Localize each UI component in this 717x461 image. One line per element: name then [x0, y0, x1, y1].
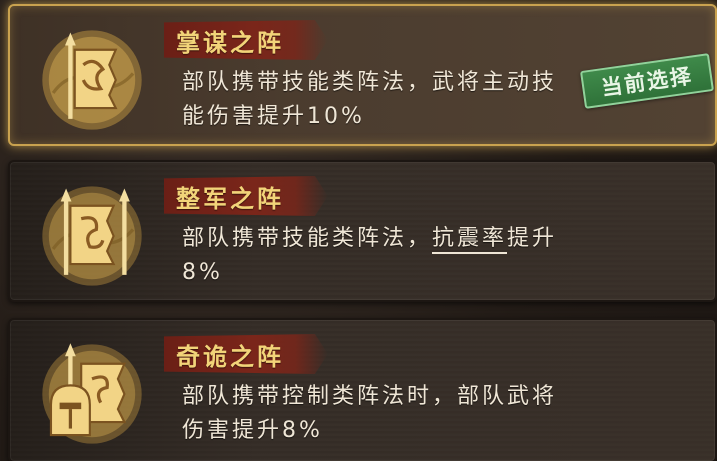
description-text: 部队携带技能类阵法，武将主动技能伤害提升10%	[182, 70, 558, 129]
formation-title-ribbon: 奇诡之阵	[164, 334, 328, 374]
formation-description: 部队携带技能类阵法，抗震率提升8%	[182, 222, 572, 290]
formation-title: 掌谋之阵	[176, 28, 284, 57]
description-text: 部队携带控制类阵法时，部队武将伤害提升8%	[182, 384, 558, 443]
helmet-banner-icon	[38, 340, 146, 448]
formation-card-zhengjun[interactable]: 整军之阵 部队携带技能类阵法，抗震率提升8%	[8, 160, 717, 302]
anti-shock-rate-link[interactable]: 抗震率	[432, 226, 508, 254]
current-selection-label: 当前选择	[599, 63, 695, 101]
formation-title: 奇诡之阵	[176, 342, 284, 371]
formation-description: 部队携带控制类阵法时，部队武将伤害提升8%	[182, 380, 572, 448]
banner-spear-icon	[38, 182, 146, 290]
formation-list: 掌谋之阵 部队携带技能类阵法，武将主动技能伤害提升10% 当前选择 整军之阵 部…	[0, 0, 717, 461]
formation-title-ribbon: 掌谋之阵	[164, 20, 328, 60]
formation-card-zhangmou[interactable]: 掌谋之阵 部队携带技能类阵法，武将主动技能伤害提升10% 当前选择	[8, 4, 717, 146]
description-text: 部队携带技能类阵法，	[182, 226, 433, 251]
banner-spear-icon	[38, 26, 146, 134]
current-selection-stamp: 当前选择	[579, 53, 715, 109]
formation-card-qigui[interactable]: 奇诡之阵 部队携带控制类阵法时，部队武将伤害提升8%	[8, 318, 717, 461]
formation-description: 部队携带技能类阵法，武将主动技能伤害提升10%	[182, 66, 572, 134]
formation-title-ribbon: 整军之阵	[164, 176, 328, 216]
formation-title: 整军之阵	[176, 184, 284, 213]
